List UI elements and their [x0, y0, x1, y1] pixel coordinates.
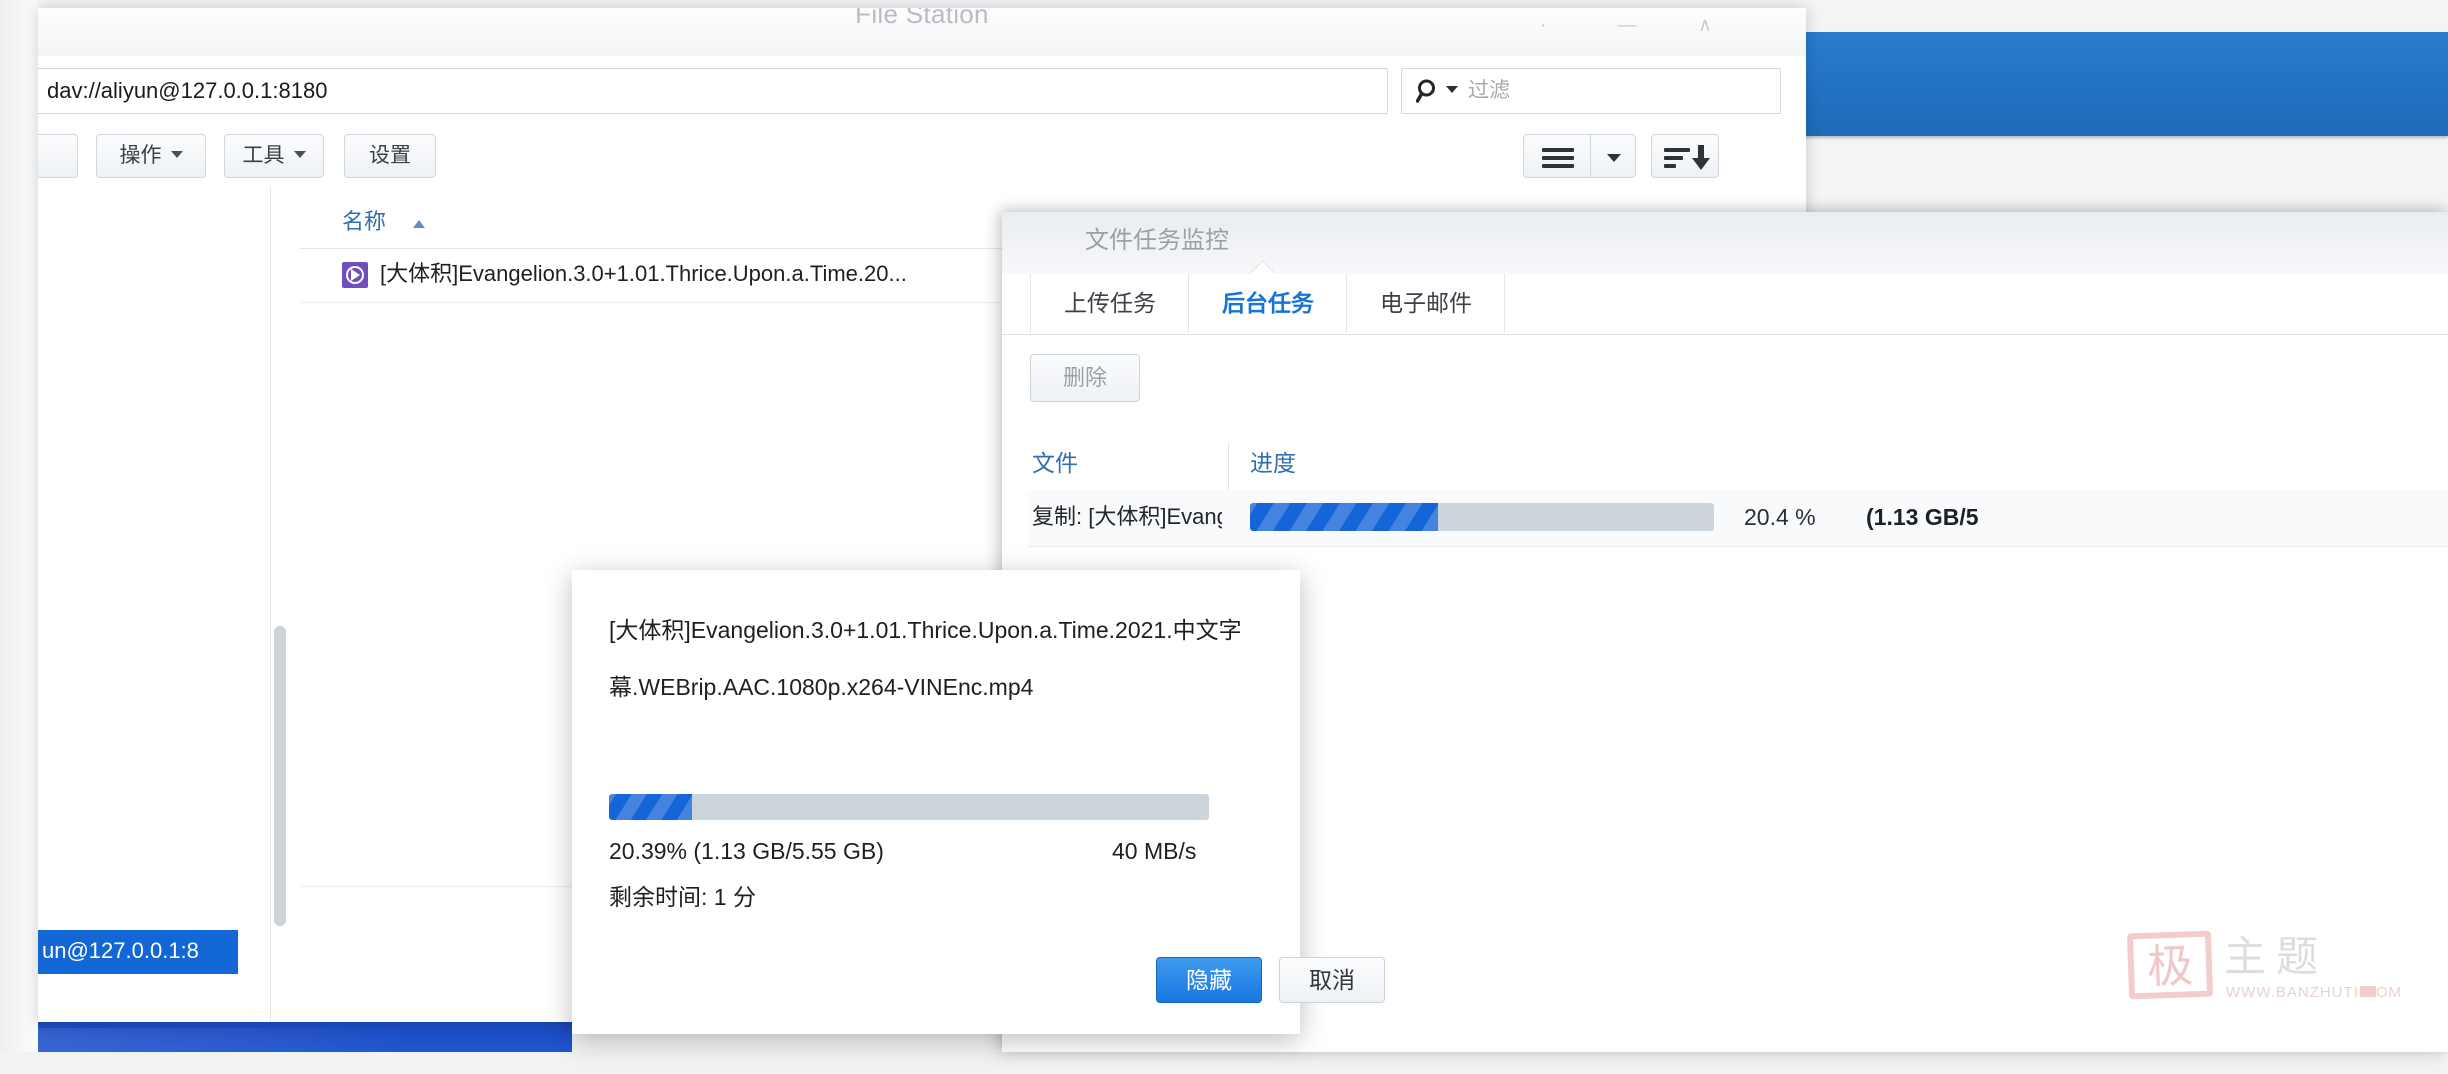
tools-menu-label: 工具: [242, 144, 285, 167]
sort-descending-icon: [1664, 148, 1690, 152]
copy-dialog-progress-bar: [609, 794, 1209, 820]
chevron-down-icon: [170, 150, 183, 158]
delete-task-button[interactable]: 删除: [1030, 354, 1140, 402]
watermark-word: 主题: [2224, 932, 2329, 981]
sort-button[interactable]: [1651, 134, 1719, 178]
selected-text-fragment: un@127.0.0.1:8: [38, 930, 238, 974]
maximize-window-button[interactable]: ∧: [1690, 16, 1720, 36]
toolbar-button-clipped[interactable]: [38, 134, 78, 178]
task-monitor-tabs: 上传任务 后台任务 电子邮件: [1002, 274, 2448, 335]
watermark-chip: [2360, 986, 2376, 997]
task-file-cell: 复制: [大体积]Evangeli...: [1032, 504, 1222, 529]
column-header-file[interactable]: 文件: [1032, 438, 1078, 488]
window-titlebar[interactable]: File Station · — ∧: [38, 8, 1806, 57]
task-table-header: 文件 进度: [1028, 438, 2448, 491]
arrow-down-icon: [1692, 145, 1710, 170]
copy-dialog-stats: 20.39% (1.13 GB/5.55 GB): [609, 838, 884, 864]
tools-menu-button[interactable]: 工具: [224, 134, 324, 178]
pin-window-button[interactable]: ·: [1528, 16, 1558, 36]
column-divider: [1228, 442, 1229, 490]
task-percent-label: 20.4 %: [1744, 504, 1816, 530]
view-mode-dropdown-button[interactable]: [1591, 134, 1636, 178]
desktop-bottom-gutter: [0, 1052, 2448, 1074]
sort-ascending-icon: [413, 220, 425, 228]
settings-button[interactable]: 设置: [344, 134, 436, 178]
search-icon: [1416, 79, 1435, 103]
file-name-cell: [大体积]Evangelion.3.0+1.01.Thrice.Upon.a.T…: [380, 261, 907, 286]
chevron-down-icon: [293, 150, 306, 158]
sort-descending-icon-line: [1664, 164, 1676, 168]
task-monitor-title: 文件任务监控: [1085, 227, 1229, 254]
hide-button[interactable]: 隐藏: [1156, 957, 1262, 1003]
address-bar-row: dav://aliyun@127.0.0.1:8180 过滤: [38, 56, 1806, 124]
task-monitor-titlebar[interactable]: 文件任务监控: [1002, 212, 2448, 275]
task-size-label: (1.13 GB/5: [1866, 504, 1979, 530]
copy-progress-dialog: [大体积]Evangelion.3.0+1.01.Thrice.Upon.a.T…: [572, 570, 1385, 1034]
cancel-button[interactable]: 取消: [1279, 957, 1385, 1003]
watermark: 极 主题 WWW.BANZHUTI.COM: [2126, 928, 2401, 1008]
toolbar: 操作 工具 设置: [38, 124, 1806, 186]
sort-descending-icon-line: [1664, 156, 1683, 160]
action-menu-button[interactable]: 操作: [96, 134, 206, 178]
tab-end-divider: [1504, 274, 1505, 333]
copy-dialog-progress-bar-fill: [609, 794, 692, 820]
watermark-seal: 极: [2126, 930, 2214, 1000]
filter-placeholder: 过滤: [1468, 79, 1510, 102]
table-row[interactable]: 复制: [大体积]Evangeli... 20.4 % (1.13 GB/5: [1028, 490, 2448, 547]
filter-input[interactable]: 过滤: [1401, 68, 1781, 114]
tab-background-tasks[interactable]: 后台任务: [1188, 274, 1347, 333]
tab-upload-tasks[interactable]: 上传任务: [1030, 274, 1189, 333]
wallpaper-blue-panel-top-right: [1802, 32, 2448, 136]
nav-scrollbar-thumb[interactable]: [274, 626, 286, 926]
address-input[interactable]: dav://aliyun@127.0.0.1:8180: [38, 68, 1388, 114]
chevron-down-icon: [1607, 154, 1621, 162]
taskbar-sheen: [38, 1028, 572, 1052]
filter-dropdown-caret-icon[interactable]: [1446, 86, 1458, 93]
list-view-icon-line: [1542, 164, 1574, 168]
desktop-left-gutter: [0, 0, 38, 1074]
navigation-pane[interactable]: [38, 186, 271, 1022]
list-view-icon: [1542, 148, 1574, 152]
copy-dialog-remaining-time: 剩余时间: 1 分: [609, 884, 756, 910]
task-progress-bar-fill: [1250, 503, 1438, 531]
column-header-progress[interactable]: 进度: [1250, 438, 1296, 488]
view-mode-button[interactable]: [1523, 134, 1591, 178]
column-header-name[interactable]: 名称: [342, 198, 386, 246]
copy-dialog-filename: [大体积]Evangelion.3.0+1.01.Thrice.Upon.a.T…: [609, 617, 1242, 700]
list-view-icon-line: [1542, 156, 1574, 160]
tab-email[interactable]: 电子邮件: [1346, 274, 1505, 333]
task-progress-bar: [1250, 503, 1714, 531]
action-menu-label: 操作: [119, 144, 162, 167]
minimize-window-button[interactable]: —: [1612, 16, 1642, 36]
copy-dialog-speed: 40 MB/s: [1112, 838, 1197, 864]
video-file-icon-ring: [346, 266, 364, 284]
